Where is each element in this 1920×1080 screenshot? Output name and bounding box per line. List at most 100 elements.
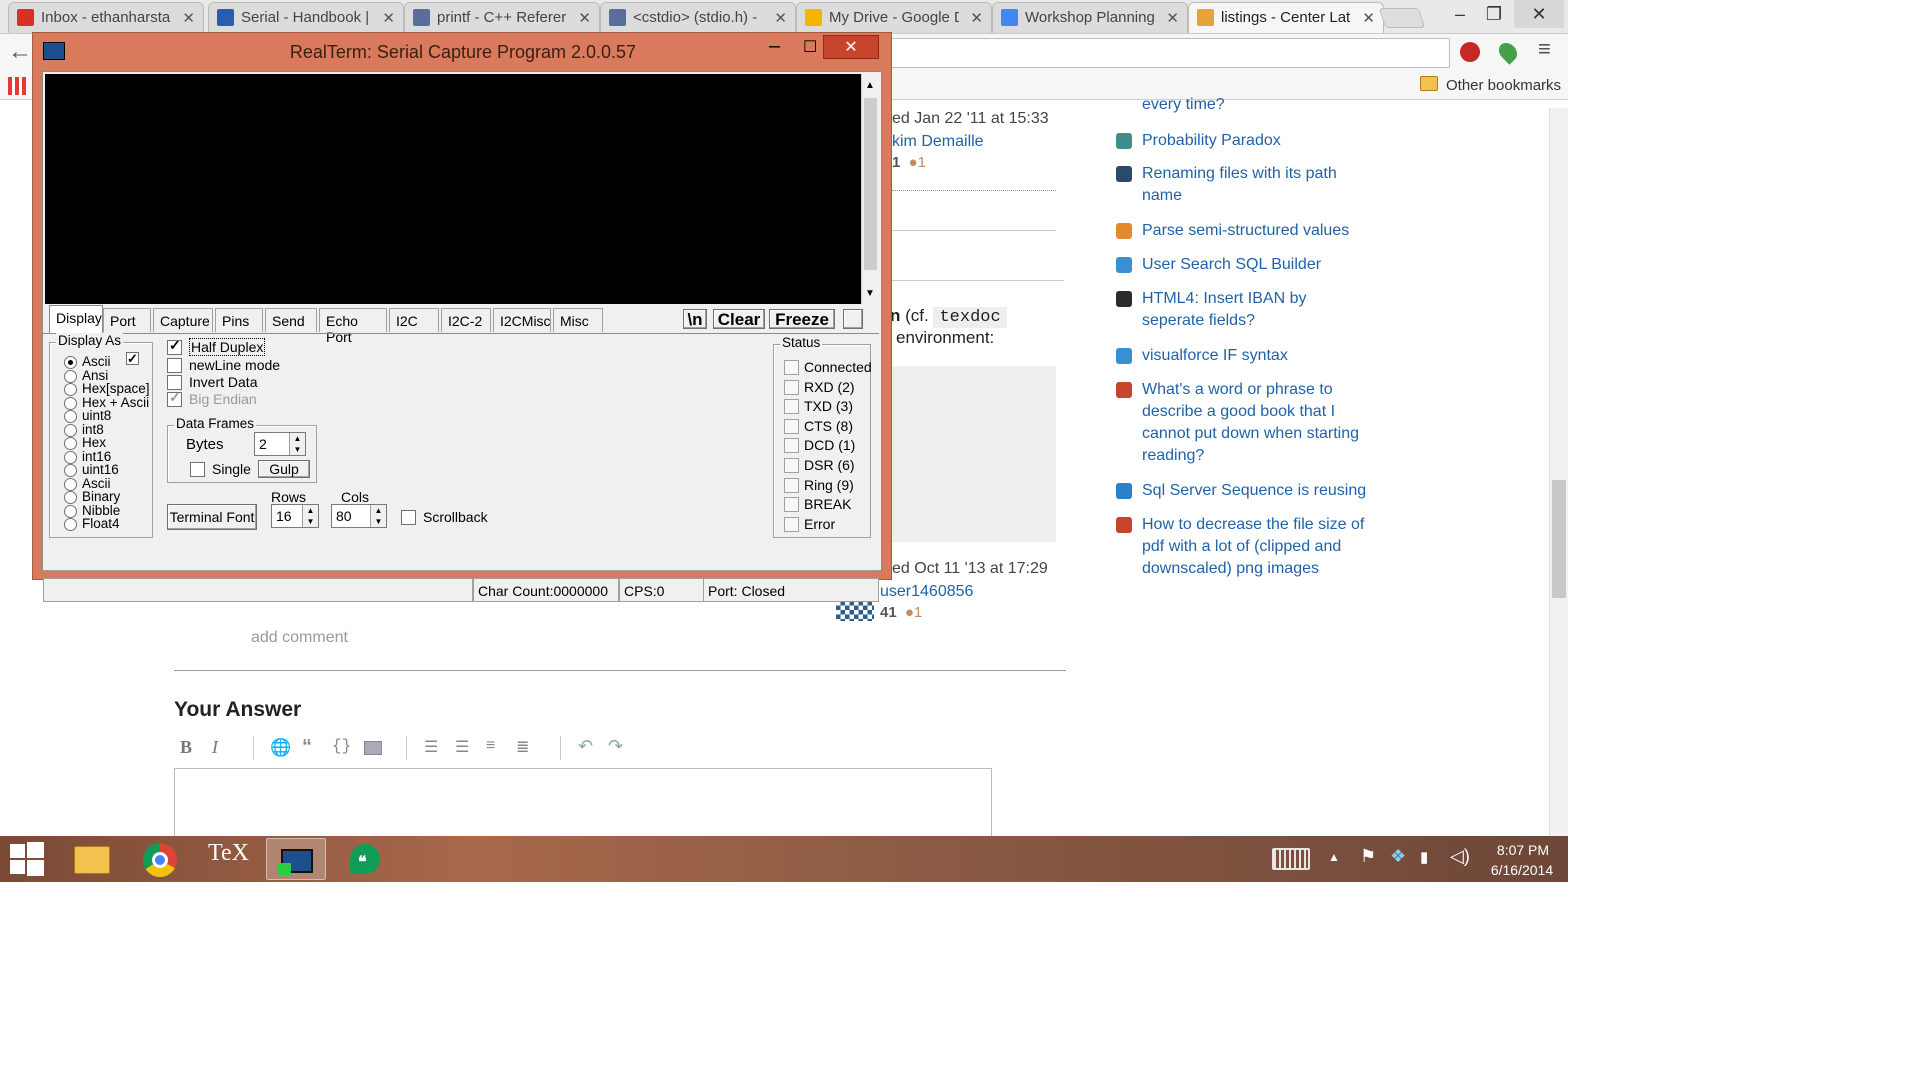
tab-display[interactable]: Display	[49, 305, 103, 333]
bulleted-list-icon[interactable]: ☰	[455, 737, 469, 757]
restore-browser-button[interactable]: ❐	[1482, 0, 1506, 28]
close-browser-button[interactable]: ✕	[1514, 0, 1564, 28]
touch-keyboard-icon[interactable]	[1272, 848, 1310, 870]
tab-capture[interactable]: Capture	[153, 308, 213, 332]
numbered-list-icon[interactable]: ☰	[424, 737, 438, 757]
close-tab-icon[interactable]: ✕	[774, 9, 787, 27]
browser-tab[interactable]: <cstdio> (stdio.h) - ✕	[600, 2, 796, 33]
volume-icon[interactable]: ◁)	[1450, 846, 1470, 867]
menu-icon[interactable]: ≡	[1538, 36, 1551, 62]
rows-spinner[interactable]: 16 ▲ ▼	[271, 504, 319, 528]
browser-tab[interactable]: Serial - Handbook | ✕	[208, 2, 404, 33]
code-icon[interactable]: {}	[332, 737, 351, 755]
tab-misc[interactable]: Misc	[553, 308, 603, 332]
link-icon[interactable]: 🌐	[270, 738, 291, 758]
taskbar-chrome[interactable]	[130, 838, 190, 880]
display-as-option[interactable]: uint16	[62, 463, 119, 477]
redo-icon[interactable]: ↷	[608, 736, 623, 757]
cols-spinner[interactable]: 80 ▲ ▼	[331, 504, 387, 528]
close-button[interactable]: ✕	[823, 35, 879, 59]
action-center-flag-icon[interactable]: ⚑	[1360, 846, 1376, 867]
display-as-checkbox[interactable]: ✓	[126, 352, 139, 365]
scrollbar-thumb[interactable]	[1552, 480, 1566, 598]
tab-i2c[interactable]: I2C	[389, 308, 439, 332]
browser-tab[interactable]: printf - C++ Referer ✕	[404, 2, 600, 33]
hot-question-link[interactable]: Parse semi-structured values	[1116, 220, 1396, 242]
browser-tab[interactable]: Inbox - ethanharsta ✕	[8, 2, 204, 33]
tab-send[interactable]: Send	[265, 308, 317, 332]
scrollbar-thumb[interactable]	[864, 98, 877, 270]
back-icon[interactable]: ←	[8, 38, 32, 66]
tab-port[interactable]: Port	[103, 308, 151, 332]
display-as-option[interactable]: int16	[62, 449, 111, 463]
display-as-option[interactable]: Binary	[62, 490, 120, 504]
close-tab-icon[interactable]: ✕	[578, 9, 591, 27]
blank-button[interactable]	[843, 309, 863, 329]
hot-question-link[interactable]: User Search SQL Builder	[1116, 254, 1396, 276]
heading-icon[interactable]: ≡	[486, 737, 495, 755]
invert-data-checkbox[interactable]: Invert Data	[167, 374, 257, 390]
display-as-option[interactable]: Hex[space]	[62, 382, 150, 396]
hot-question-link[interactable]: HTML4: Insert IBAN by seperate fields?	[1116, 288, 1396, 332]
close-tab-icon[interactable]: ✕	[1166, 9, 1179, 27]
show-hidden-icons[interactable]: ▲	[1328, 850, 1340, 864]
taskbar-file-explorer[interactable]	[62, 838, 122, 880]
display-as-option[interactable]: uint8	[62, 409, 111, 423]
display-as-option[interactable]: Hex	[62, 436, 106, 450]
close-tab-icon[interactable]: ✕	[382, 9, 395, 27]
dropbox-icon[interactable]: ❖	[1390, 846, 1406, 867]
gulp-button[interactable]: Gulp	[258, 460, 310, 478]
bytes-spinner[interactable]: 2 ▲ ▼	[254, 432, 306, 456]
scrollback-checkbox[interactable]: Scrollback	[401, 509, 488, 525]
display-as-option[interactable]: Float4	[62, 517, 120, 531]
terminal-scrollbar[interactable]: ▲ ▼	[861, 74, 879, 304]
hot-question-link[interactable]: visualforce IF syntax	[1116, 345, 1396, 367]
hot-question-link[interactable]: How to decrease the file size of pdf with…	[1116, 514, 1396, 580]
other-bookmarks[interactable]: Other bookmarks	[1446, 77, 1561, 94]
image-icon[interactable]	[364, 741, 382, 755]
single-checkbox[interactable]: Single	[190, 461, 251, 477]
tab-i2c-2[interactable]: I2C-2	[441, 308, 491, 332]
adblock-icon[interactable]	[1460, 42, 1480, 62]
terminal-display[interactable]	[45, 74, 861, 304]
tab-echo-port[interactable]: Echo Port	[319, 308, 387, 345]
blockquote-icon[interactable]: “	[302, 736, 312, 759]
realterm-title-bar[interactable]: RealTerm: Serial Capture Program 2.0.0.5…	[33, 33, 891, 71]
undo-icon[interactable]: ↶	[578, 736, 593, 757]
taskbar-realterm[interactable]	[266, 838, 326, 880]
post-user-link[interactable]: user1460856	[880, 583, 973, 601]
hot-question-link[interactable]: Renaming files with its path name	[1116, 163, 1396, 207]
tab-pins[interactable]: Pins	[215, 308, 263, 332]
display-as-option[interactable]: Hex + Ascii	[62, 395, 149, 409]
browser-tab[interactable]: Workshop Planning ✕	[992, 2, 1188, 33]
extension-icon[interactable]	[1495, 39, 1521, 65]
sidebar-item-truncated[interactable]: every time?	[1142, 96, 1225, 114]
scroll-down-icon[interactable]: ▼	[865, 288, 875, 299]
close-tab-icon[interactable]: ✕	[1362, 9, 1375, 27]
italic-button[interactable]: I	[212, 737, 218, 758]
spinner-arrows-icon[interactable]: ▲ ▼	[302, 505, 318, 527]
close-tab-icon[interactable]: ✕	[970, 9, 983, 27]
half-duplex-checkbox[interactable]: ✓ Half Duplex	[167, 337, 266, 356]
horizontal-rule-icon[interactable]: ≣	[516, 737, 529, 757]
close-tab-icon[interactable]: ✕	[182, 9, 195, 27]
network-icon[interactable]: ▮	[1420, 848, 1428, 866]
hot-question-link[interactable]: Sql Server Sequence is reusing	[1116, 480, 1396, 502]
new-tab-button[interactable]	[1378, 8, 1426, 28]
big-endian-checkbox[interactable]: ✓ Big Endian	[167, 389, 257, 407]
scroll-up-icon[interactable]: ▲	[865, 80, 875, 91]
start-button[interactable]	[10, 842, 44, 876]
newline-button[interactable]: \n	[683, 309, 707, 329]
display-as-option[interactable]: Ansi	[62, 368, 108, 382]
display-as-option[interactable]: Ascii	[62, 355, 111, 369]
spinner-arrows-icon[interactable]: ▲ ▼	[289, 433, 305, 455]
page-scrollbar[interactable]	[1549, 108, 1568, 836]
post-user-link[interactable]: kim Demaille	[892, 133, 984, 151]
spinner-arrows-icon[interactable]: ▲ ▼	[370, 505, 386, 527]
minimize-button[interactable]: –	[769, 35, 780, 58]
hot-question-link[interactable]: What's a word or phrase to describe a goo…	[1116, 379, 1396, 467]
tab-i2cmisc[interactable]: I2CMisc	[493, 308, 551, 332]
apps-icon[interactable]	[8, 77, 26, 95]
display-as-option[interactable]: Nibble	[62, 503, 120, 517]
freeze-button[interactable]: Freeze	[769, 309, 835, 329]
